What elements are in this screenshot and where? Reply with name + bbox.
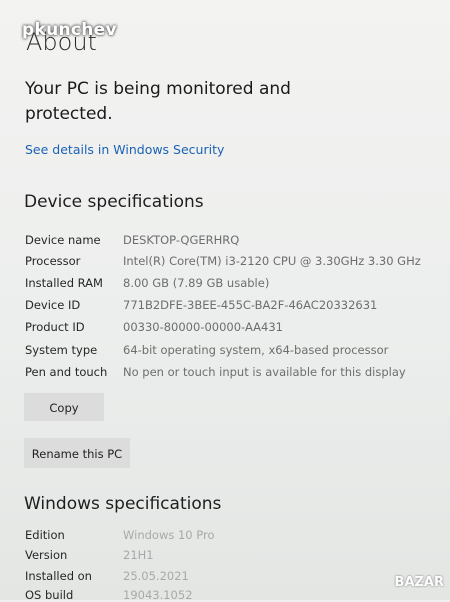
- spec-value: 25.05.2021: [123, 569, 189, 583]
- spec-row-system-type: System type 64-bit operating system, x64-…: [25, 343, 388, 357]
- spec-label: Installed RAM: [25, 276, 103, 290]
- spec-row-installed-on: Installed on 25.05.2021: [25, 569, 189, 583]
- copy-button[interactable]: Copy: [24, 393, 104, 421]
- spec-row-processor: Processor Intel(R) Core(TM) i3-2120 CPU @…: [25, 254, 421, 268]
- spec-label: Edition: [25, 528, 65, 542]
- spec-row-installed-ram: Installed RAM 8.00 GB (7.89 GB usable): [25, 276, 269, 290]
- spec-row-device-id: Device ID 771B2DFE-3BEE-455C-BA2F-46AC203…: [25, 298, 377, 312]
- device-specifications-heading: Device specifications: [24, 192, 204, 212]
- spec-label: Processor: [25, 254, 81, 268]
- spec-label: System type: [25, 343, 98, 357]
- spec-row-edition: Edition Windows 10 Pro: [25, 528, 215, 542]
- spec-label: Pen and touch: [25, 365, 108, 379]
- bazar-logo: BAZAR: [394, 575, 444, 590]
- rename-pc-button[interactable]: Rename this PC: [24, 438, 130, 468]
- windows-security-link[interactable]: See details in Windows Security: [25, 142, 224, 157]
- watermark-text: pkunchev: [22, 20, 117, 40]
- settings-about-page: pkunchev About Your PC is being monitore…: [0, 0, 450, 602]
- windows-specifications-heading: Windows specifications: [24, 494, 222, 514]
- protection-status-text: Your PC is being monitored and protected…: [25, 79, 291, 124]
- spec-row-device-name: Device name DESKTOP-QGERHRQ: [25, 233, 239, 247]
- spec-label: Device ID: [25, 298, 81, 312]
- spec-value: DESKTOP-QGERHRQ: [123, 233, 240, 247]
- spec-value: 64-bit operating system, x64-based proce…: [123, 343, 389, 357]
- spec-value: Windows 10 Pro: [123, 528, 215, 542]
- spec-value: 8.00 GB (7.89 GB usable): [123, 276, 270, 290]
- spec-row-pen-and-touch: Pen and touch No pen or touch input is av…: [25, 365, 406, 379]
- spec-value: 21H1: [123, 548, 154, 562]
- spec-value: No pen or touch input is available for t…: [123, 365, 406, 379]
- spec-label: Device name: [25, 233, 101, 247]
- spec-row-product-id: Product ID 00330-80000-00000-AA431: [25, 320, 283, 334]
- spec-label: Version: [25, 548, 68, 562]
- spec-value: Intel(R) Core(TM) i3-2120 CPU @ 3.30GHz …: [123, 254, 421, 268]
- spec-value: 771B2DFE-3BEE-455C-BA2F-46AC20332631: [123, 298, 378, 312]
- spec-value: 00330-80000-00000-AA431: [123, 320, 283, 334]
- spec-row-version: Version 21H1: [25, 548, 154, 562]
- spec-label: Installed on: [25, 569, 92, 583]
- spec-label: Product ID: [25, 320, 85, 334]
